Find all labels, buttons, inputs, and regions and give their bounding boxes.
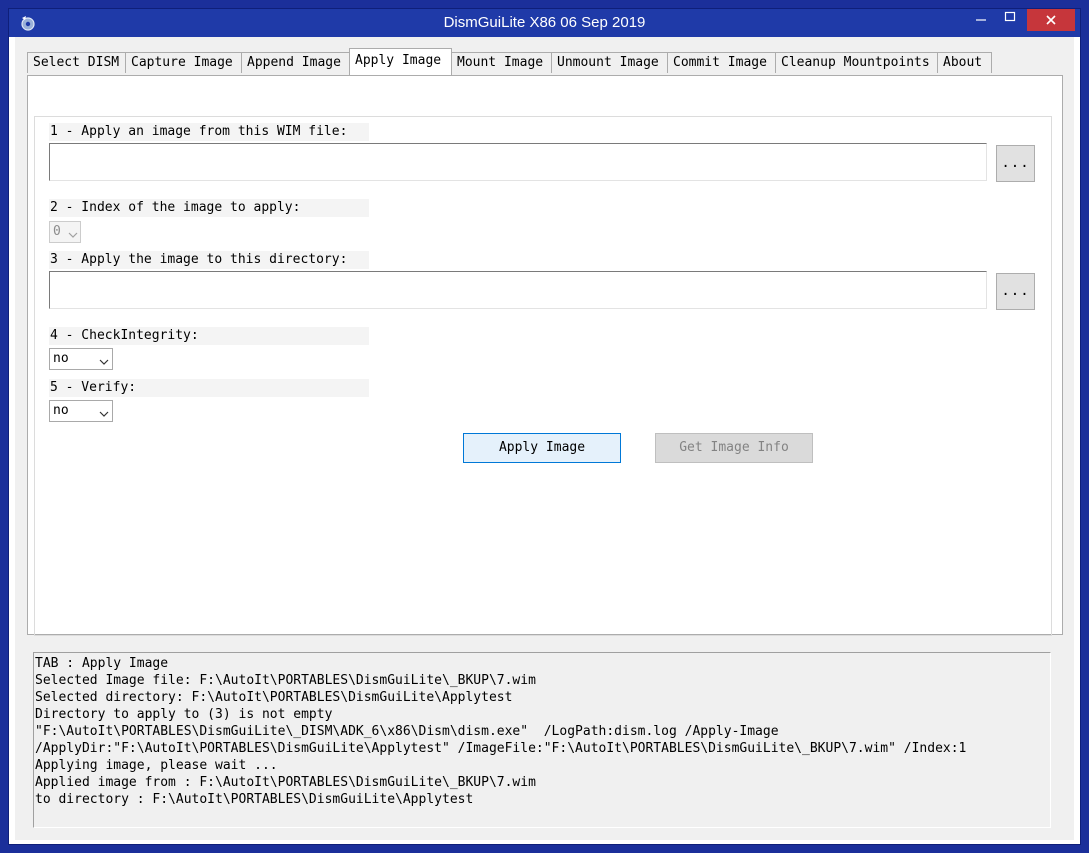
apply-image-page: 1 - Apply an image from this WIM file: .… bbox=[27, 75, 1063, 636]
tab-mount-image[interactable]: Mount Image bbox=[451, 52, 552, 73]
log-line: Directory to apply to (3) is not empty bbox=[35, 707, 333, 722]
get-image-info-button[interactable]: Get Image Info bbox=[655, 433, 813, 463]
tab-append-image[interactable]: Append Image bbox=[241, 52, 350, 73]
tab-unmount-image[interactable]: Unmount Image bbox=[551, 52, 668, 73]
tab-select-dism[interactable]: Select DISM bbox=[27, 52, 126, 73]
tab-cleanup-mountpoints[interactable]: Cleanup Mountpoints bbox=[775, 52, 938, 73]
checkintegrity-label: 4 - CheckIntegrity: bbox=[49, 327, 369, 345]
log-line: Applying image, please wait ... bbox=[35, 758, 278, 773]
directory-label: 3 - Apply the image to this directory: bbox=[49, 251, 369, 269]
log-line: Selected Image file: F:\AutoIt\PORTABLES… bbox=[35, 673, 536, 688]
index-label: 2 - Index of the image to apply: bbox=[49, 199, 369, 217]
index-select[interactable]: 0 bbox=[49, 221, 81, 243]
log-output[interactable]: TAB : Apply Image Selected Image file: F… bbox=[33, 652, 1051, 828]
wim-file-field[interactable] bbox=[49, 143, 987, 181]
log-line: "F:\AutoIt\PORTABLES\DismGuiLite\_DISM\A… bbox=[35, 724, 779, 739]
window-frame: DismGuiLite X86 06 Sep 2019 Select DISM … bbox=[8, 8, 1081, 845]
tab-capture-image[interactable]: Capture Image bbox=[125, 52, 242, 73]
verify-label: 5 - Verify: bbox=[49, 379, 369, 397]
directory-field[interactable] bbox=[49, 271, 987, 309]
checkintegrity-select[interactable]: no bbox=[49, 348, 113, 370]
apply-options-group: 1 - Apply an image from this WIM file: .… bbox=[34, 116, 1052, 636]
verify-select[interactable]: no bbox=[49, 400, 113, 422]
apply-image-button[interactable]: Apply Image bbox=[463, 433, 621, 463]
tab-apply-image[interactable]: Apply Image bbox=[349, 48, 452, 75]
verify-value: no bbox=[53, 403, 69, 418]
log-line: TAB : Apply Image bbox=[35, 656, 169, 671]
chevron-down-icon bbox=[99, 354, 109, 365]
browse-directory-button[interactable]: ... bbox=[996, 273, 1035, 310]
index-value: 0 bbox=[53, 224, 61, 239]
checkintegrity-value: no bbox=[53, 351, 69, 366]
chevron-down-icon bbox=[68, 227, 78, 238]
minimize-button[interactable] bbox=[967, 9, 994, 31]
client-area: Select DISM Capture Image Append Image A… bbox=[15, 37, 1074, 840]
chevron-down-icon bbox=[99, 406, 109, 417]
log-line: to directory : F:\AutoIt\PORTABLES\DismG… bbox=[35, 792, 474, 807]
maximize-button[interactable] bbox=[996, 9, 1023, 31]
tab-about[interactable]: About bbox=[937, 52, 992, 73]
title-bar[interactable]: DismGuiLite X86 06 Sep 2019 bbox=[9, 9, 1080, 37]
browse-wim-button[interactable]: ... bbox=[996, 145, 1035, 182]
log-line: /ApplyDir:"F:\AutoIt\PORTABLES\DismGuiLi… bbox=[35, 741, 967, 756]
log-line: Selected directory: F:\AutoIt\PORTABLES\… bbox=[35, 690, 513, 705]
tab-commit-image[interactable]: Commit Image bbox=[667, 52, 776, 73]
app-window: DismGuiLite X86 06 Sep 2019 Select DISM … bbox=[0, 0, 1089, 853]
window-title: DismGuiLite X86 06 Sep 2019 bbox=[443, 14, 646, 31]
wim-file-label: 1 - Apply an image from this WIM file: bbox=[49, 123, 369, 141]
log-line: Applied image from : F:\AutoIt\PORTABLES… bbox=[35, 775, 536, 790]
close-button[interactable] bbox=[1027, 9, 1075, 31]
